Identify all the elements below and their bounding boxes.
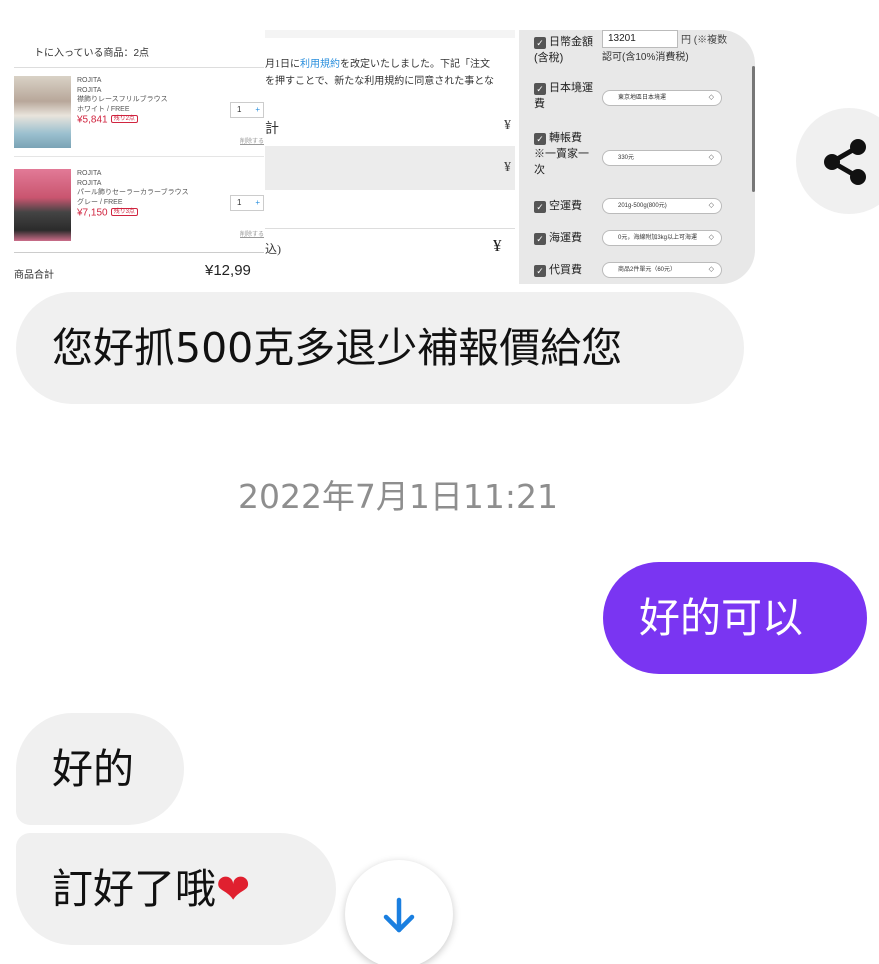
message-text: 訂好了哦: [52, 865, 216, 913]
cost-row-sea-freight: ✓ 海運費 0元，海線附加3kg以上可海運 ◇: [534, 230, 749, 246]
message-text: 好的可以: [639, 594, 803, 642]
shared-image-message[interactable]: トに入っている商品：2点 ROJITA ROJITA 襟飾りレースフリルブラウス…: [0, 30, 760, 286]
timestamp: 2022年7月1日11:21: [237, 477, 559, 516]
terms-screenshot: 月1日に利用規約を改定いたしました。下記「注文 を押すことで、新たな利用規約に同…: [265, 30, 515, 286]
select-field: 商品2件單元（60元） ◇: [602, 262, 722, 278]
chevron-icon: ◇: [708, 202, 714, 209]
share-button[interactable]: [796, 108, 879, 214]
divider: [14, 156, 264, 157]
product-name: パール飾りセーラーカラーブラウス: [77, 189, 189, 196]
chevron-icon: ◇: [708, 234, 714, 241]
remove-link: 削除する: [240, 139, 265, 145]
stock-badge: 残り3点: [110, 208, 138, 216]
message-bubble-incoming[interactable]: 好的: [16, 713, 184, 825]
message-bubble-incoming[interactable]: 您好抓500克多退少補報價給您: [16, 292, 744, 404]
product-name: 襟飾りレースフリルブラウス: [77, 96, 168, 103]
checkbox-icon: ✓: [534, 37, 546, 49]
select-field: 330元 ◇: [602, 150, 722, 166]
cart-item: ROJITA ROJITA パール飾りセーラーカラーブラウス グレー / FRE…: [14, 167, 264, 247]
cost-row-amount: ✓ 日幣金額 (含稅) 13201 円 (※複数 認可(含10%消費税): [534, 30, 749, 66]
product-price: ¥5,841: [77, 114, 108, 126]
heart-icon: ❤: [216, 865, 251, 913]
product-brand: ROJITA: [77, 170, 102, 177]
divider: [14, 67, 264, 68]
message-text: 好的: [52, 745, 134, 793]
select-field: 201g-500g(800元) ◇: [602, 198, 722, 214]
message-text: 您好抓500克多退少補報價給您: [52, 324, 623, 372]
checkbox-icon: ✓: [534, 83, 546, 95]
message-bubble-incoming[interactable]: 訂好了哦❤: [16, 833, 336, 945]
plus-icon: +: [255, 105, 260, 114]
total-value: ¥: [493, 236, 502, 255]
message-bubble-outgoing[interactable]: 好的可以: [603, 562, 867, 674]
tax-label: 込): [265, 242, 281, 256]
product-photo: [14, 76, 71, 148]
product-brand: ROJITA: [77, 77, 102, 84]
cart-screenshot: トに入っている商品：2点 ROJITA ROJITA 襟飾りレースフリルブラウス…: [0, 30, 265, 286]
select-field: 東京地區日本境運 ◇: [602, 90, 722, 106]
chevron-icon: ◇: [708, 94, 714, 101]
divider: [14, 252, 264, 253]
cart-item: ROJITA ROJITA 襟飾りレースフリルブラウス ホワイト / FREE …: [14, 74, 265, 157]
checkbox-icon: ✓: [534, 265, 546, 277]
cost-row-transfer-fee: ✓ 轉帳費 ※一賣家一 次 330元 ◇: [534, 130, 749, 178]
stock-badge: 残り2点: [110, 115, 138, 123]
checkbox-icon: ✓: [534, 233, 546, 245]
cost-row-air-freight: ✓ 空運費 201g-500g(800元) ◇: [534, 198, 749, 214]
amount-input: 13201: [602, 30, 678, 48]
select-field: 0元，海線附加3kg以上可海運 ◇: [602, 230, 722, 246]
cart-title: トに入っている商品：2点: [34, 48, 150, 59]
product-price: ¥7,150: [77, 207, 108, 219]
quantity-stepper: 1 +: [230, 195, 264, 211]
terms-notice: 月1日に利用規約を改定いたしました。下記「注文 を押すことで、新たな利用規約に同…: [265, 59, 494, 87]
arrow-down-icon: [383, 897, 415, 933]
cost-row-domestic-shipping: ✓ 日本境運 費 東京地區日本境運 ◇: [534, 80, 749, 112]
subtotal-value: ¥12,99: [205, 262, 251, 279]
product-brand: ROJITA: [77, 179, 102, 187]
chevron-icon: ◇: [708, 266, 714, 273]
remove-link: 削除する: [240, 232, 265, 238]
product-variant: グレー / FREE: [77, 198, 123, 206]
chevron-icon: ◇: [708, 154, 714, 161]
plus-icon: +: [255, 198, 260, 207]
subtotal-label: 商品合計: [14, 270, 54, 281]
product-photo: [14, 169, 71, 241]
product-brand: ROJITA: [77, 86, 102, 94]
product-variant: ホワイト / FREE: [77, 105, 130, 113]
shipping-cost-screenshot: ✓ 日幣金額 (含稅) 13201 円 (※複数 認可(含10%消費税) ✓ 日本境…: [519, 30, 755, 284]
summary-row: ¥: [265, 146, 515, 190]
share-icon: [824, 139, 866, 185]
checkbox-icon: ✓: [534, 201, 546, 213]
summary-row: 計 ¥: [265, 118, 511, 137]
divider: [265, 228, 515, 229]
cost-row-service-fee: ✓ 代買費 商品2件單元（60元） ◇: [534, 262, 749, 278]
checkbox-icon: ✓: [534, 133, 546, 145]
scroll-to-bottom-button[interactable]: [345, 860, 453, 964]
scrollbar: [752, 66, 755, 192]
terms-link: 利用規約: [300, 59, 340, 70]
quantity-stepper: 1 +: [230, 102, 264, 118]
